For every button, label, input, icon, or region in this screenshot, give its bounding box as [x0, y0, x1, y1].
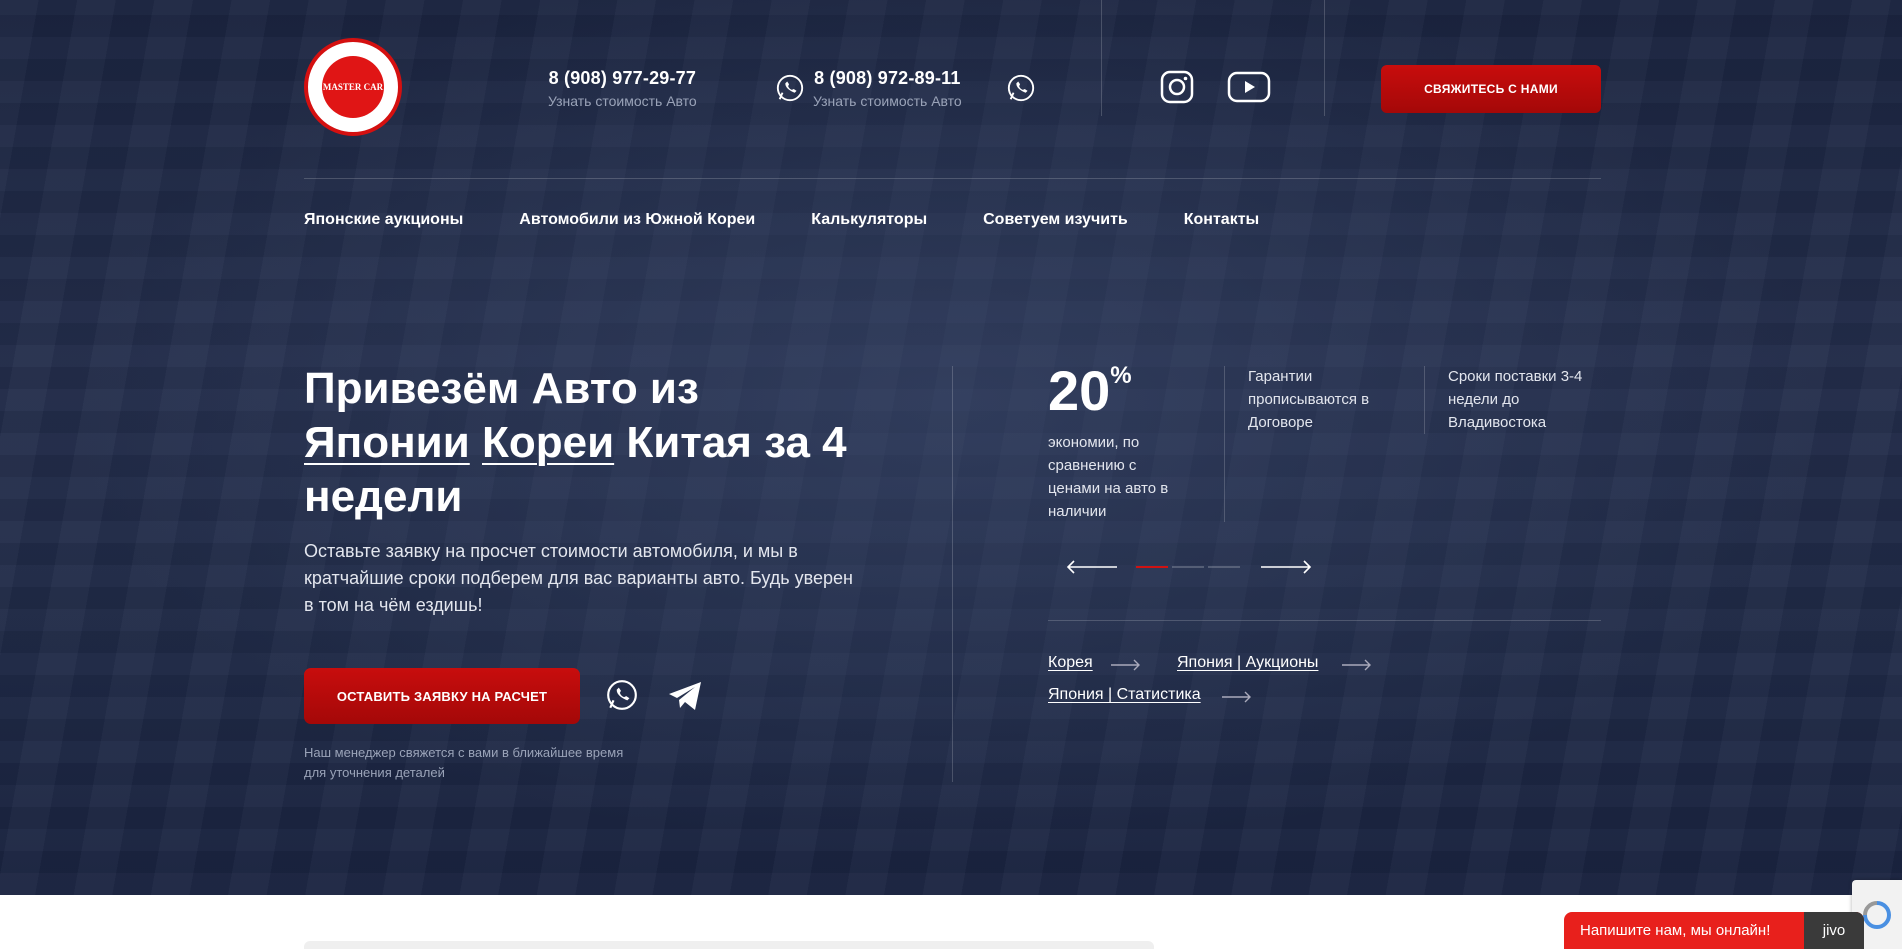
order-calculation-button[interactable]: ОСТАВИТЬ ЗАЯВКУ НА РАСЧЕТ	[304, 668, 580, 724]
column-divider	[952, 366, 953, 782]
stat-divider	[1224, 366, 1225, 522]
whatsapp-icon[interactable]	[1006, 73, 1036, 103]
nav-item-contacts[interactable]: Контакты	[1184, 211, 1259, 229]
title-link-japan[interactable]: Японии	[304, 418, 470, 467]
title-text: недели	[304, 472, 463, 521]
slider-dot[interactable]	[1208, 566, 1240, 568]
arrow-right-icon	[1222, 691, 1251, 703]
phone-caption: Узнать стоимость Авто	[548, 93, 697, 109]
hero-title: Привезём Авто из Японии Кореи Китая за 4…	[304, 362, 894, 524]
stat-number: 20%	[1048, 359, 1132, 422]
telegram-icon[interactable]	[667, 680, 703, 712]
phone-number[interactable]: 8 (908) 977-29-77	[548, 68, 697, 89]
arrow-right-icon	[1111, 659, 1140, 671]
contact-us-button[interactable]: СВЯЖИТЕСЬ С НАМИ	[1381, 65, 1601, 113]
phone-caption: Узнать стоимость Авто	[813, 93, 962, 109]
whatsapp-icon[interactable]	[605, 678, 639, 712]
next-section-card	[304, 941, 1154, 949]
hero-section: MASTER CAR 8 (908) 977-29-77 Узнать стои…	[0, 0, 1902, 895]
arrow-right-icon[interactable]	[1260, 560, 1312, 574]
manager-note: Наш менеджер свяжется с вами в ближайшее…	[304, 745, 624, 780]
slider-dots	[1136, 566, 1244, 568]
hero-lead: Оставьте заявку на просчет стоимости авт…	[304, 541, 853, 615]
stat-text-delivery: Сроки поставки 3-4 недели до Владивосток…	[1448, 368, 1583, 431]
instagram-icon[interactable]	[1160, 70, 1194, 104]
header-divider	[304, 178, 1601, 179]
nav-item-calculators[interactable]: Калькуляторы	[811, 211, 927, 229]
nav-item-recommended[interactable]: Советуем изучить	[983, 211, 1128, 229]
main-nav: Японские аукционы Автомобили из Южной Ко…	[304, 211, 1315, 229]
link-japan-auctions[interactable]: Япония | Аукционы	[1177, 654, 1318, 672]
phone-block-1[interactable]: 8 (908) 977-29-77 Узнать стоимость Авто	[548, 68, 697, 109]
arrow-left-icon[interactable]	[1066, 560, 1118, 574]
phone-block-2[interactable]: 8 (908) 972-89-11 Узнать стоимость Авто	[813, 68, 962, 109]
link-korea[interactable]: Корея	[1048, 654, 1093, 672]
nav-item-japan-auctions[interactable]: Японские аукционы	[304, 211, 463, 229]
youtube-icon[interactable]	[1227, 70, 1271, 104]
jivo-chat-widget[interactable]: Напишите нам, мы онлайн! jivo	[1564, 912, 1864, 949]
links-divider	[1048, 620, 1601, 621]
jivo-brand: jivo	[1804, 912, 1864, 949]
stat-divider	[1424, 366, 1425, 434]
link-japan-statistics[interactable]: Япония | Статистика	[1048, 686, 1201, 704]
divider	[1101, 0, 1102, 116]
phone-number[interactable]: 8 (908) 972-89-11	[813, 68, 962, 89]
nav-item-korea-cars[interactable]: Автомобили из Южной Кореи	[519, 211, 755, 229]
title-text: Китая за 4	[626, 418, 847, 467]
stat-text-savings: экономии, по сравнению с ценами на авто …	[1048, 434, 1169, 520]
divider	[1324, 0, 1325, 116]
title-link-korea[interactable]: Кореи	[482, 418, 614, 467]
arrow-right-icon	[1342, 659, 1371, 671]
stat-text-guarantee: Гарантии прописываются в Договоре	[1248, 368, 1370, 431]
recaptcha-icon	[1863, 900, 1891, 929]
slider-dot[interactable]	[1136, 566, 1168, 568]
logo-text: MASTER CAR	[322, 81, 384, 92]
logo[interactable]: MASTER CAR	[304, 38, 402, 136]
whatsapp-icon[interactable]	[775, 73, 805, 103]
slider-dot[interactable]	[1172, 566, 1204, 568]
title-text: Привезём Авто из	[304, 364, 699, 413]
jivo-label[interactable]: Напишите нам, мы онлайн!	[1580, 922, 1770, 939]
